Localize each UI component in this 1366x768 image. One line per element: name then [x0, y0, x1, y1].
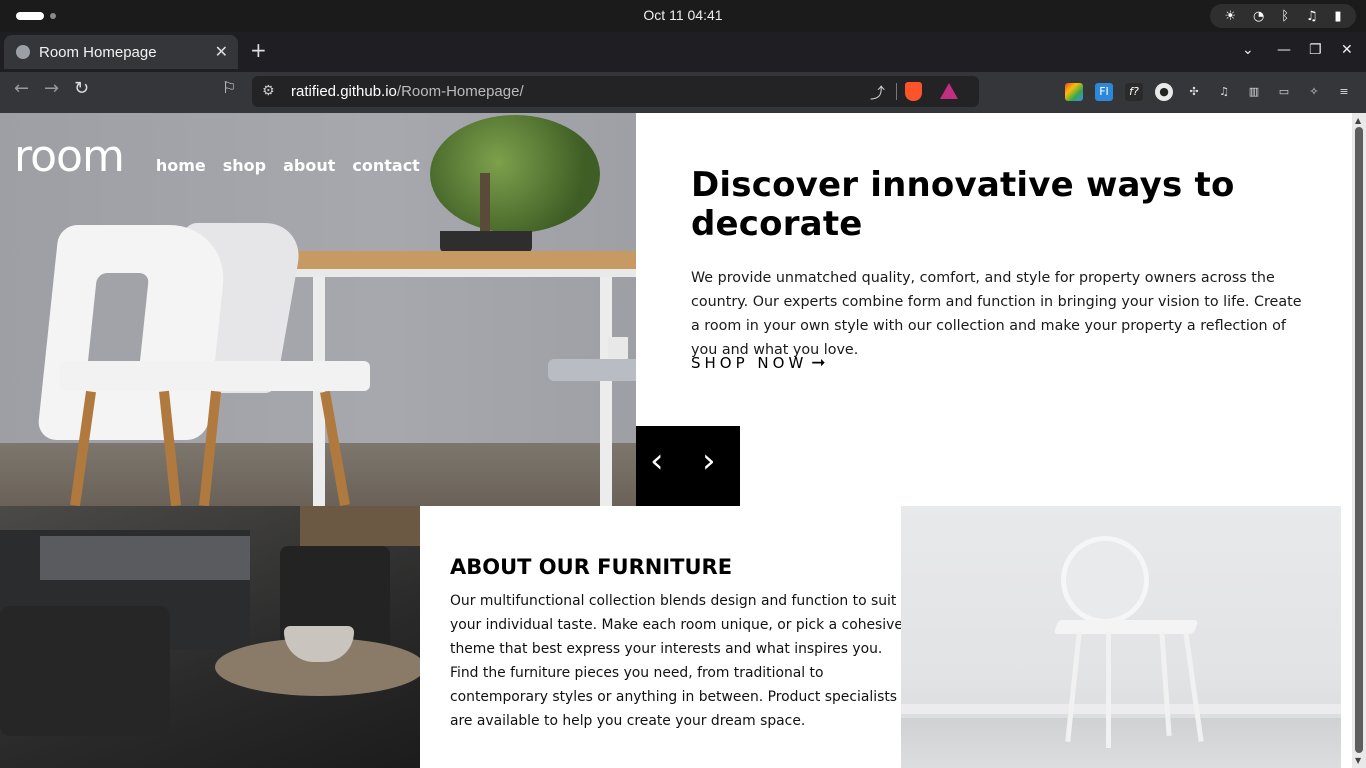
- tab-search-chevron-icon[interactable]: ⌄: [1242, 43, 1254, 57]
- sidebar-icon[interactable]: ▥: [1245, 83, 1263, 101]
- dark-furniture-image: [0, 506, 420, 768]
- system-clock[interactable]: Oct 11 04:41: [0, 7, 1366, 23]
- scroll-down-icon[interactable]: ▼: [1355, 756, 1361, 765]
- reload-button[interactable]: ↻: [74, 80, 89, 98]
- google-calendar-icon[interactable]: [1065, 83, 1083, 101]
- new-tab-button[interactable]: +: [250, 40, 267, 60]
- about-section: ABOUT OUR FURNITURE Our multifunctional …: [450, 554, 905, 733]
- minimize-button[interactable]: —: [1277, 43, 1291, 57]
- slider-controls: ‹ ›: [636, 426, 740, 506]
- about-title: ABOUT OUR FURNITURE: [450, 555, 733, 579]
- address-bar[interactable]: ⚙ ratified.github.io/Room-Homepage/ ⤴: [252, 76, 979, 107]
- nav-link-shop[interactable]: shop: [223, 156, 266, 175]
- browser-tab[interactable]: Room Homepage ✕: [4, 35, 238, 69]
- bookmark-icon[interactable]: ⚐: [222, 80, 236, 96]
- circle-extension-icon[interactable]: ●: [1155, 83, 1173, 101]
- hero-description: We provide unmatched quality, comfort, a…: [691, 270, 1302, 358]
- volume-icon: ♫: [1305, 8, 1318, 24]
- scrollbar-thumb[interactable]: [1355, 127, 1363, 753]
- formula-extension-icon[interactable]: f?: [1125, 83, 1143, 101]
- divider: [896, 83, 897, 100]
- url-text[interactable]: ratified.github.io/Room-Homepage/: [291, 83, 524, 100]
- music-icon[interactable]: ♫: [1215, 83, 1233, 101]
- bonsai-tree: [430, 115, 600, 233]
- system-top-bar: Oct 11 04:41 ☀ ◔ ᛒ ♫ ▮: [0, 0, 1366, 32]
- nav-link-home[interactable]: home: [156, 156, 206, 175]
- back-button[interactable]: ←: [14, 80, 29, 98]
- slider-next-button[interactable]: ›: [702, 444, 716, 478]
- shop-now-label: SHOP NOW: [691, 354, 808, 372]
- forward-button[interactable]: →: [44, 80, 59, 98]
- system-tray[interactable]: ☀ ◔ ᛒ ♫ ▮: [1210, 4, 1356, 28]
- page-scrollbar[interactable]: ▲ ▼: [1352, 113, 1366, 768]
- close-window-button[interactable]: ✕: [1341, 43, 1353, 57]
- brightness-icon: ☀: [1224, 8, 1237, 24]
- ff-extension-icon[interactable]: FI: [1095, 83, 1113, 101]
- tab-title: Room Homepage: [39, 44, 157, 61]
- browser-tab-strip: Room Homepage ✕: [0, 32, 1366, 72]
- site-header: room home shop about contact: [14, 135, 420, 179]
- scroll-up-icon[interactable]: ▲: [1355, 116, 1361, 125]
- site-logo[interactable]: room: [14, 135, 125, 179]
- bluetooth-icon: ᛒ: [1281, 8, 1289, 24]
- close-icon[interactable]: ✕: [215, 42, 228, 61]
- maximize-button[interactable]: ❐: [1309, 43, 1322, 57]
- bonsai-pot: [440, 231, 532, 253]
- battery-icon: ▮: [1334, 8, 1342, 24]
- shop-now-link[interactable]: SHOP NOW ➞: [691, 353, 826, 373]
- arrow-right-icon: ➞: [811, 353, 826, 373]
- wifi-icon: ◔: [1252, 8, 1265, 24]
- puzzle-icon[interactable]: ✣: [1185, 83, 1203, 101]
- share-icon[interactable]: ⤴: [870, 82, 885, 103]
- nav-link-about[interactable]: about: [283, 156, 335, 175]
- table: [282, 251, 636, 269]
- menu-icon[interactable]: ≡: [1335, 83, 1353, 101]
- url-path: /Room-Homepage/: [396, 83, 524, 100]
- wallet-icon[interactable]: ▭: [1275, 83, 1293, 101]
- nav-link-contact[interactable]: contact: [352, 156, 419, 175]
- url-host: ratified.github.io: [291, 83, 397, 100]
- brave-rewards-icon[interactable]: [940, 83, 958, 99]
- globe-icon: [16, 45, 30, 59]
- about-description: Our multifunctional collection blends de…: [450, 593, 903, 729]
- light-chair-image: [901, 506, 1341, 768]
- site-info-icon[interactable]: ⚙: [262, 83, 275, 99]
- hero-title: Discover innovative ways to decorate: [691, 165, 1235, 244]
- leo-ai-icon[interactable]: ✧: [1305, 83, 1323, 101]
- slider-prev-button[interactable]: ‹: [650, 444, 664, 478]
- hero-content: Discover innovative ways to decorate We …: [691, 166, 1311, 362]
- brave-shields-icon[interactable]: [905, 82, 922, 101]
- web-page: room home shop about contact Discover in…: [0, 113, 1352, 768]
